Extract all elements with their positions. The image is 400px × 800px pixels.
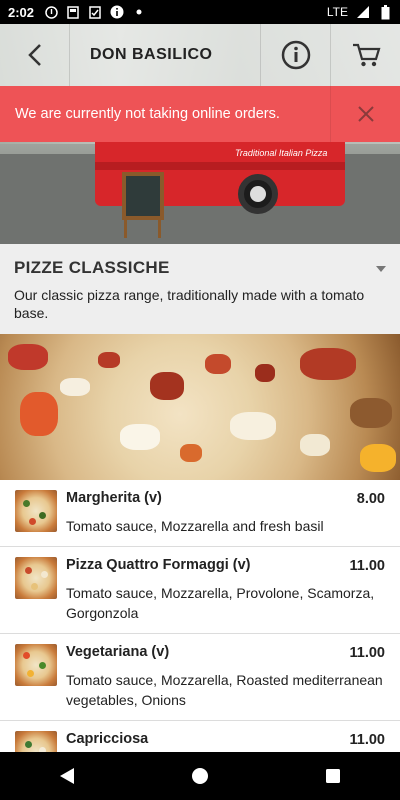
menu-item-quattro-formaggi[interactable]: Pizza Quattro Formaggi (v) 11.00 Tomato … xyxy=(0,547,400,634)
truck-logo-text: Traditional Italian Pizza xyxy=(235,148,328,158)
item-description: Tomato sauce, Mozzarella, Roasted medite… xyxy=(66,672,383,708)
notification-icons xyxy=(44,5,146,19)
system-icons: LTE xyxy=(326,4,392,19)
category-header[interactable]: PIZZE CLASSICHE Our classic pizza range,… xyxy=(0,244,400,334)
item-name: Capricciosa xyxy=(66,731,149,747)
close-icon xyxy=(357,106,374,122)
chevron-left-icon xyxy=(27,44,41,66)
orders-closed-notice: We are currently not taking online order… xyxy=(0,86,400,142)
signal-icon xyxy=(356,5,370,19)
cart-icon xyxy=(352,43,380,67)
circle-home-icon xyxy=(191,768,208,784)
dismiss-notice-button[interactable] xyxy=(330,86,400,142)
item-name: Vegetariana (v) xyxy=(66,644,170,660)
info-button[interactable] xyxy=(260,24,330,86)
item-price: 8.00 xyxy=(356,491,385,507)
item-thumbnail xyxy=(15,557,57,599)
item-price: 11.00 xyxy=(349,645,386,661)
menu-list: Margherita (v) 8.00 Tomato sauce, Mozzar… xyxy=(0,480,400,752)
item-thumbnail xyxy=(15,490,57,532)
item-price: 11.00 xyxy=(349,732,386,748)
page-title: DON BASILICO xyxy=(90,46,213,63)
category-description: Our classic pizza range, traditionally m… xyxy=(14,287,365,321)
item-thumbnail xyxy=(15,644,57,686)
item-name: Pizza Quattro Formaggi (v) xyxy=(66,557,251,573)
dot-icon xyxy=(132,5,146,19)
info-status-icon xyxy=(110,5,124,19)
caret-down-icon xyxy=(376,266,386,272)
item-description: Tomato sauce, Mozzarella and fresh basil xyxy=(66,518,324,534)
menu-item-capricciosa[interactable]: Capricciosa 11.00 xyxy=(0,721,400,752)
system-nav-bar xyxy=(0,752,400,800)
menu-item-margherita[interactable]: Margherita (v) 8.00 Tomato sauce, Mozzar… xyxy=(0,480,400,547)
status-bar: 2:02 LTE xyxy=(0,0,400,24)
storage-icon xyxy=(66,5,80,19)
nav-recents-button[interactable] xyxy=(303,752,363,800)
cart-button[interactable] xyxy=(330,24,400,86)
network-type: LTE xyxy=(326,5,348,19)
category-title: PIZZE CLASSICHE xyxy=(14,258,170,277)
square-recents-icon xyxy=(326,769,341,783)
battery-icon xyxy=(378,4,392,19)
nav-home-button[interactable] xyxy=(170,752,230,800)
status-time: 2:02 xyxy=(8,4,35,20)
truck-wheel xyxy=(238,174,278,214)
menu-item-vegetariana[interactable]: Vegetariana (v) 11.00 Tomato sauce, Mozz… xyxy=(0,634,400,721)
vpn-icon xyxy=(44,5,58,19)
category-image xyxy=(0,334,400,480)
app-bar: DON BASILICO xyxy=(0,24,400,86)
nav-back-button[interactable] xyxy=(37,752,97,800)
item-name: Margherita (v) xyxy=(66,490,162,506)
info-icon xyxy=(281,40,310,70)
triangle-back-icon xyxy=(59,768,74,784)
notice-message: We are currently not taking online order… xyxy=(15,106,280,122)
item-thumbnail xyxy=(15,731,57,752)
task-icon xyxy=(88,5,102,19)
menu-board xyxy=(122,172,164,220)
item-description: Tomato sauce, Mozzarella, Provolone, Sca… xyxy=(66,585,375,621)
item-price: 11.00 xyxy=(349,558,386,574)
back-button[interactable] xyxy=(0,24,70,86)
